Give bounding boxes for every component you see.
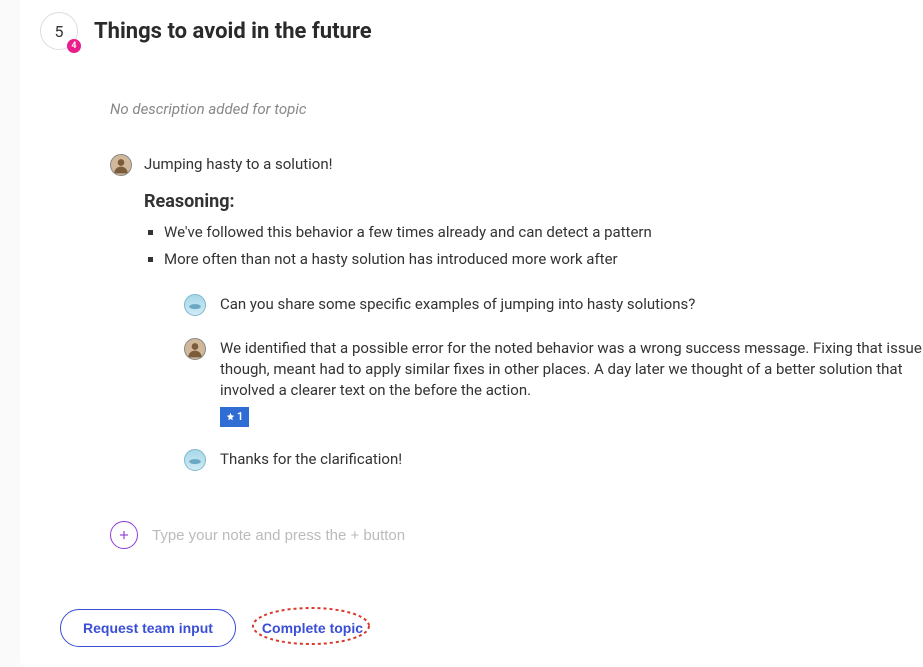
reasoning-list: We've followed this behavior a few times… bbox=[144, 222, 923, 270]
reasoning-title: Reasoning: bbox=[144, 189, 923, 214]
avatar bbox=[184, 449, 206, 471]
reply: Can you share some specific examples of … bbox=[184, 294, 923, 316]
add-note-row bbox=[110, 521, 923, 549]
reply: We identified that a possible error for … bbox=[184, 338, 923, 427]
note-input[interactable] bbox=[152, 527, 923, 544]
reasoning-item: More often than not a hasty solution has… bbox=[164, 249, 923, 270]
reasoning-item: We've followed this behavior a few times… bbox=[164, 222, 923, 243]
reply-text: Can you share some specific examples of … bbox=[220, 294, 695, 315]
topic-actions: Request team input Complete topic bbox=[60, 609, 923, 647]
complete-topic-button[interactable]: Complete topic bbox=[252, 610, 373, 646]
avatar bbox=[184, 294, 206, 316]
plus-icon bbox=[117, 528, 131, 542]
note-body: Jumping hasty to a solution! Reasoning: … bbox=[144, 154, 923, 493]
avatar bbox=[110, 154, 132, 176]
topic-badge: 4 bbox=[67, 39, 81, 53]
star-icon bbox=[226, 412, 235, 421]
reply-text: Thanks for the clarification! bbox=[220, 449, 402, 470]
star-badge[interactable]: 1 bbox=[220, 407, 249, 426]
topic-number-circle: 5 4 bbox=[40, 12, 78, 50]
note: Jumping hasty to a solution! Reasoning: … bbox=[110, 154, 923, 493]
complete-topic-highlight: Complete topic bbox=[252, 610, 373, 646]
thread: Jumping hasty to a solution! Reasoning: … bbox=[110, 154, 923, 549]
reply: Thanks for the clarification! bbox=[184, 449, 923, 471]
topic-description: No description added for topic bbox=[110, 100, 923, 118]
add-note-button[interactable] bbox=[110, 521, 138, 549]
topic-title: Things to avoid in the future bbox=[94, 19, 372, 44]
reply-text: We identified that a possible error for … bbox=[220, 338, 923, 401]
topic-header: 5 4 Things to avoid in the future bbox=[40, 12, 923, 50]
topic-number: 5 bbox=[55, 22, 64, 41]
replies: Can you share some specific examples of … bbox=[184, 294, 923, 471]
reply-body: We identified that a possible error for … bbox=[220, 338, 923, 427]
avatar bbox=[184, 338, 206, 360]
note-lead: Jumping hasty to a solution! bbox=[144, 154, 923, 175]
request-team-input-button[interactable]: Request team input bbox=[60, 609, 236, 647]
star-count: 1 bbox=[237, 409, 243, 424]
